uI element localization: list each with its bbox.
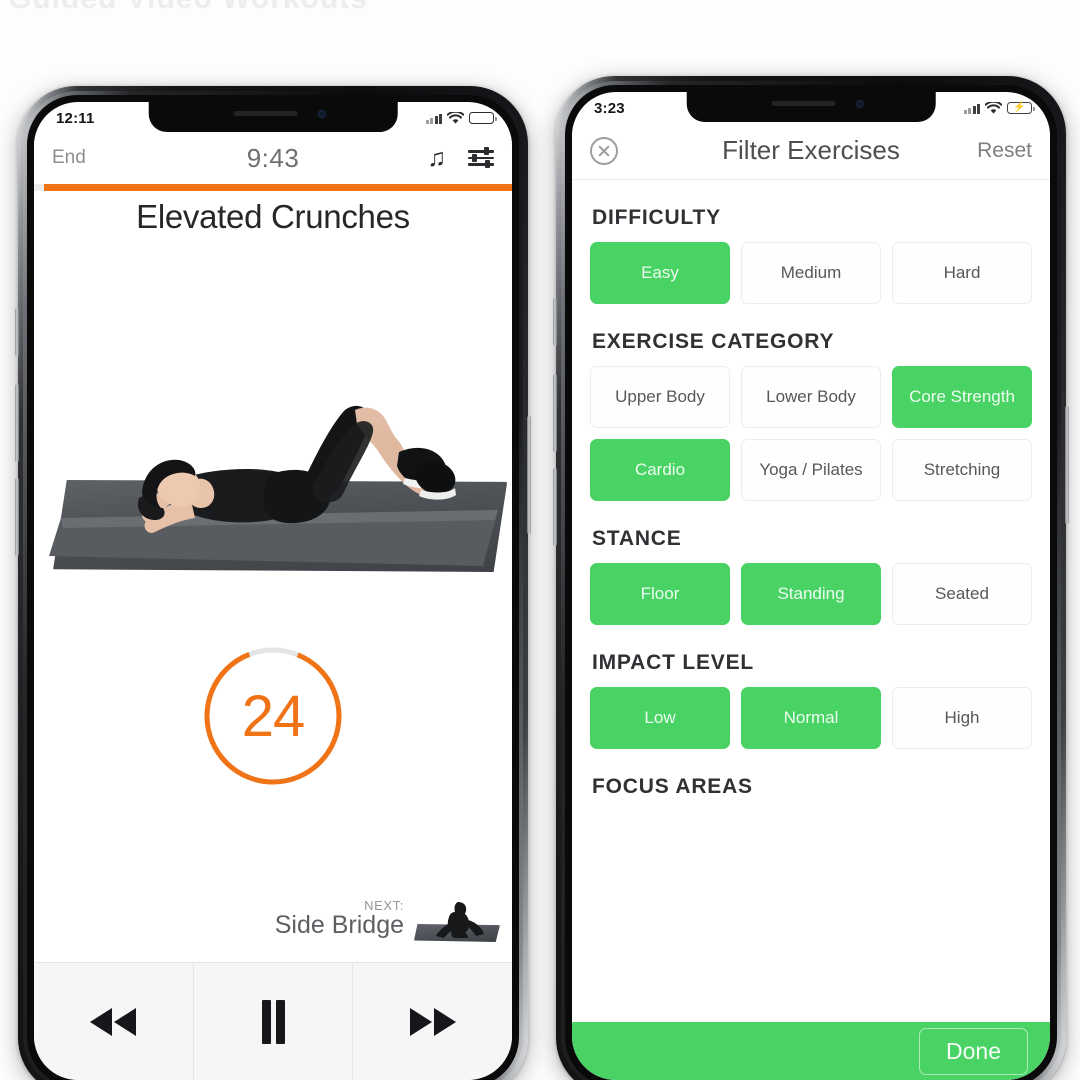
volume-down-button[interactable] bbox=[15, 478, 19, 556]
filter-nav-bar: Filter Exercises Reset bbox=[572, 122, 1050, 180]
notch bbox=[686, 92, 936, 122]
filter-sections: DIFFICULTY Easy Medium Hard EXERCISE CAT… bbox=[572, 180, 1050, 1080]
cellular-bars-icon bbox=[963, 103, 980, 114]
cellular-bars-icon bbox=[425, 113, 442, 124]
charging-bolt-icon: ⚡ bbox=[1013, 102, 1026, 113]
power-button[interactable] bbox=[527, 416, 531, 534]
exercise-title: Elevated Crunches bbox=[136, 198, 410, 235]
workout-progress-bar bbox=[34, 184, 512, 191]
countdown-value: 24 bbox=[241, 683, 306, 749]
volume-up-button[interactable] bbox=[15, 384, 19, 462]
screenshot-canvas: Guided Video Workouts 12:11 bbox=[0, 0, 1080, 1080]
filter-chip-easy[interactable]: Easy bbox=[590, 242, 730, 304]
chip-row: Easy Medium Hard bbox=[590, 242, 1032, 304]
earpiece-speaker bbox=[771, 101, 836, 106]
section-title-impact-level: IMPACT LEVEL bbox=[592, 651, 755, 674]
filter-chip-upper-body[interactable]: Upper Body bbox=[590, 366, 730, 428]
cropped-page-headline: Guided Video Workouts bbox=[0, 0, 1080, 16]
next-exercise-name: Side Bridge bbox=[274, 911, 404, 939]
rewind-icon bbox=[90, 1007, 137, 1036]
filter-chip-medium[interactable]: Medium bbox=[741, 242, 881, 304]
front-camera bbox=[855, 100, 864, 108]
right-phone-screen: 3:23 ⚡ Filter Exercises Reset DIFFICULTY… bbox=[572, 92, 1050, 1080]
earpiece-speaker bbox=[233, 111, 298, 116]
status-time: 12:11 bbox=[56, 109, 95, 127]
volume-up-button[interactable] bbox=[553, 374, 557, 452]
rewind-button[interactable] bbox=[34, 963, 193, 1080]
next-exercise-thumbnail bbox=[414, 888, 500, 950]
fast-forward-button[interactable] bbox=[352, 963, 512, 1080]
filter-chip-seated[interactable]: Seated bbox=[892, 563, 1032, 625]
music-note-icon[interactable]: ♫ bbox=[427, 145, 446, 171]
filter-chip-core-strength[interactable]: Core Strength bbox=[892, 366, 1032, 428]
battery-icon bbox=[469, 112, 497, 124]
countdown-ring: 24 bbox=[199, 642, 347, 790]
filter-chip-lower-body[interactable]: Lower Body bbox=[741, 366, 881, 428]
done-bar: Done bbox=[572, 1022, 1050, 1080]
next-exercise-preview[interactable]: NEXT: Side Bridge bbox=[34, 876, 512, 962]
wifi-icon bbox=[447, 111, 464, 124]
filter-chip-yoga-pilates[interactable]: Yoga / Pilates bbox=[741, 439, 881, 501]
end-workout-button[interactable]: End bbox=[52, 147, 86, 169]
filter-chip-standing[interactable]: Standing bbox=[741, 563, 881, 625]
filter-chip-high[interactable]: High bbox=[892, 687, 1032, 749]
countdown-ring-container: 24 bbox=[34, 642, 512, 790]
status-time: 3:23 bbox=[594, 99, 625, 117]
notch bbox=[148, 102, 398, 132]
chip-row: Cardio Yoga / Pilates Stretching bbox=[590, 439, 1032, 501]
filter-chip-hard[interactable]: Hard bbox=[892, 242, 1032, 304]
status-indicators bbox=[425, 111, 497, 125]
workout-nav-bar: End 9:43 ♫ bbox=[34, 132, 512, 184]
section-title-difficulty: DIFFICULTY bbox=[592, 206, 721, 229]
filter-chip-low[interactable]: Low bbox=[590, 687, 730, 749]
pause-button[interactable] bbox=[192, 963, 353, 1080]
left-phone-mockup: 12:11 End 9:43 ♫ Elevated Crunches 24 NE… bbox=[15, 86, 531, 1080]
silent-switch-button[interactable] bbox=[553, 298, 557, 346]
pause-icon bbox=[262, 999, 285, 1044]
power-button[interactable] bbox=[1065, 406, 1069, 524]
section-title-stance: STANCE bbox=[592, 527, 682, 550]
filter-chip-stretching[interactable]: Stretching bbox=[892, 439, 1032, 501]
chip-row: Floor Standing Seated bbox=[590, 563, 1032, 625]
close-circle-icon[interactable] bbox=[590, 136, 618, 165]
sliders-icon[interactable] bbox=[468, 147, 494, 168]
section-title-exercise-category: EXERCISE CATEGORY bbox=[592, 330, 835, 353]
exercise-figure bbox=[49, 405, 498, 566]
exercise-photo bbox=[34, 370, 512, 600]
wifi-icon bbox=[985, 101, 1002, 114]
filter-chip-floor[interactable]: Floor bbox=[590, 563, 730, 625]
right-phone-mockup: 3:23 ⚡ Filter Exercises Reset DIFFICULTY… bbox=[553, 76, 1069, 1080]
filter-chip-cardio[interactable]: Cardio bbox=[590, 439, 730, 501]
filter-chip-normal[interactable]: Normal bbox=[741, 687, 881, 749]
status-indicators: ⚡ bbox=[963, 101, 1035, 115]
battery-charging-icon: ⚡ bbox=[1007, 102, 1035, 114]
reset-button[interactable]: Reset bbox=[977, 139, 1032, 163]
nav-icon-group: ♫ bbox=[427, 145, 494, 171]
fast-forward-icon bbox=[409, 1007, 456, 1036]
workout-progress-fill bbox=[43, 184, 512, 191]
done-button[interactable]: Done bbox=[919, 1027, 1028, 1075]
silent-switch-button[interactable] bbox=[15, 308, 19, 356]
chip-row: Low Normal High bbox=[590, 687, 1032, 749]
chip-row: Upper Body Lower Body Core Strength bbox=[590, 366, 1032, 428]
left-phone-screen: 12:11 End 9:43 ♫ Elevated Crunches 24 NE… bbox=[34, 102, 512, 1080]
section-title-focus-areas: FOCUS AREAS bbox=[592, 775, 753, 798]
volume-down-button[interactable] bbox=[553, 468, 557, 546]
next-exercise-text: NEXT: Side Bridge bbox=[275, 898, 404, 940]
front-camera bbox=[317, 110, 326, 118]
player-controls bbox=[34, 962, 512, 1080]
